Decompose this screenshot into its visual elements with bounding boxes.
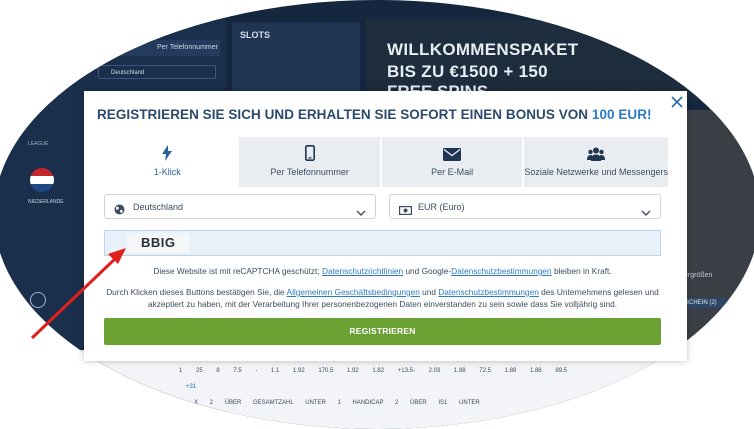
annotation-arrow	[30, 248, 126, 340]
